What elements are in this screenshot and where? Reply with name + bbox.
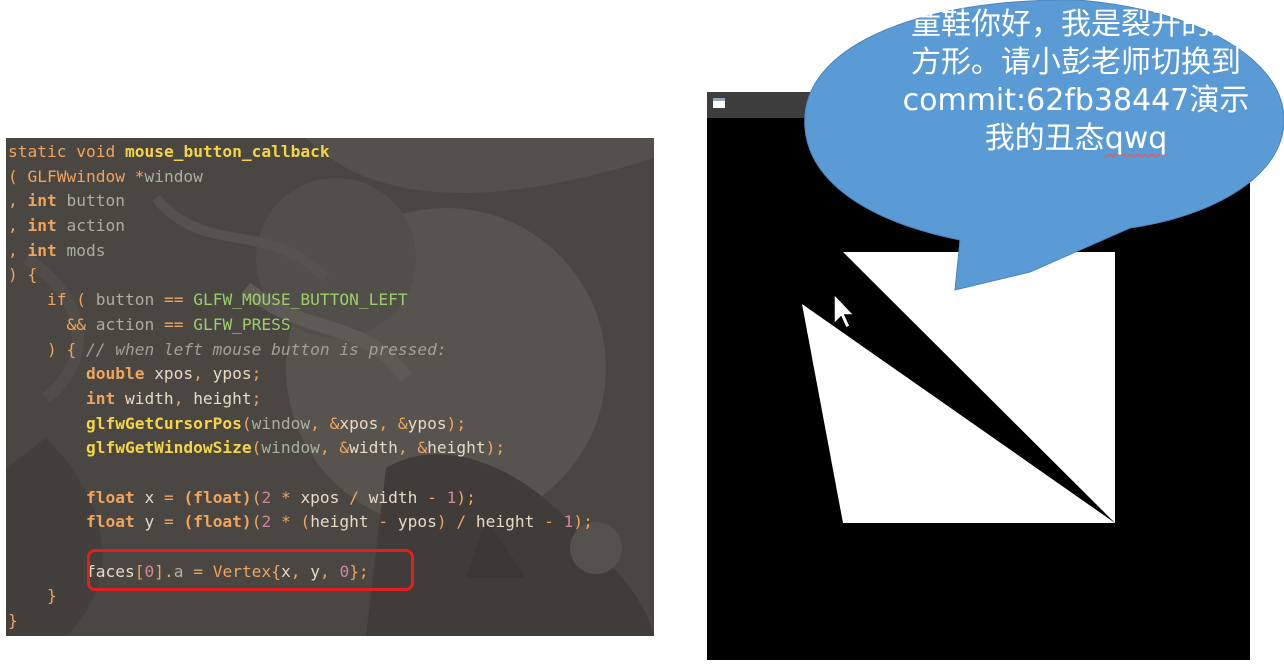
speech-bubble-line-3: commit:62fb38447演示 [902,83,1250,118]
speech-bubble-line-1: 童鞋你好，我是裂开的正 [911,7,1241,42]
spellcheck-word-qwq: qwq [1104,121,1168,156]
speech-bubble-line-4: 我的丑态qwq [864,120,1284,158]
speech-bubble-line-2: 方形。请小彭老师切换到 [911,45,1241,80]
speech-bubble-line-4-main: 我的丑态 [984,121,1105,156]
speech-bubble-text: 童鞋你好，我是裂开的正 方形。请小彭老师切换到 commit:62fb38447… [864,6,1284,158]
